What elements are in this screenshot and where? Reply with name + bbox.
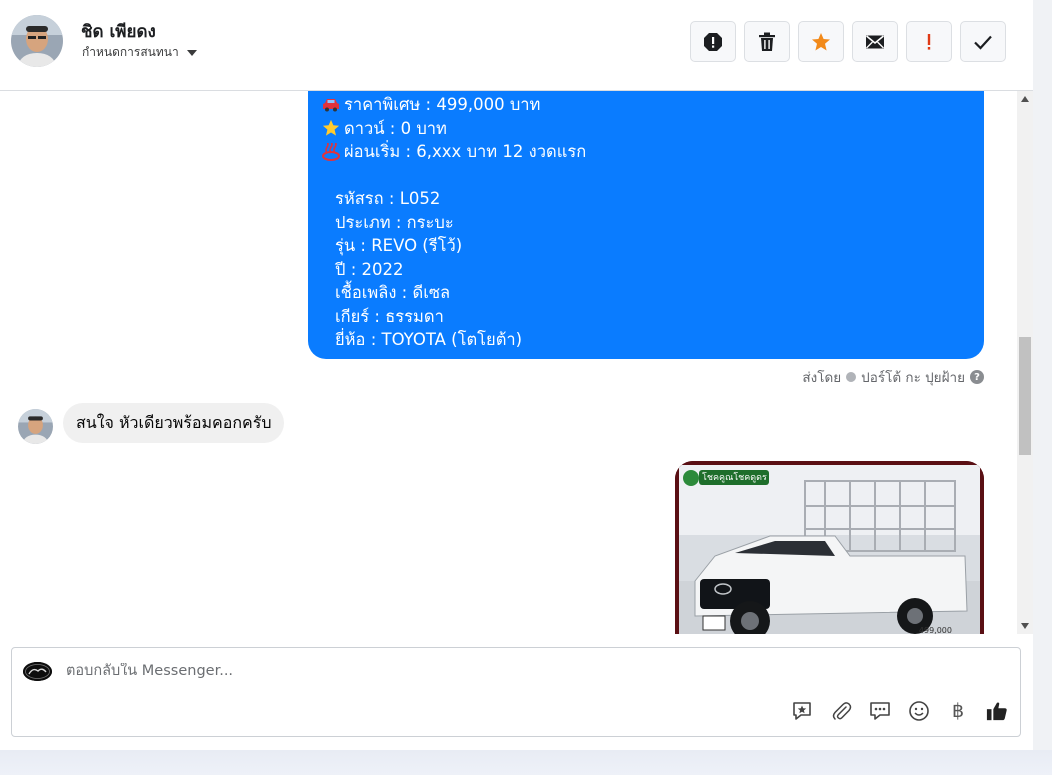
right-edge [1033,0,1052,775]
saved-reply-icon [793,702,811,720]
done-button[interactable] [960,21,1006,62]
detail-line: เกียร์ : ธรรมดา [335,306,444,326]
customer-avatar[interactable] [18,409,53,444]
delete-button[interactable] [744,21,790,62]
message-list: ราคาพิเศษ : 499,000 บาท ดาวน์ : 0 บาท ผ่… [0,91,1017,634]
star-emoji-icon [322,119,344,137]
emoji-icon [909,701,929,721]
scroll-thumb[interactable] [1019,337,1031,455]
outgoing-message-bubble[interactable]: ราคาพิเศษ : 499,000 บาท ดาวน์ : 0 บาท ผ่… [308,91,984,359]
attachment-button[interactable] [830,700,852,722]
detail-line: ปี : 2022 [335,259,404,279]
reply-composer: ฿ [11,647,1021,737]
star-icon [812,32,830,50]
hot-springs-icon [322,142,344,161]
report-icon [704,32,722,51]
message-scrollbar[interactable] [1017,91,1033,634]
emoji-button[interactable] [908,700,930,722]
message-template-button[interactable] [869,700,891,722]
down-payment-line: ดาวน์ : 0 บาท [322,117,586,141]
page-logo-icon [23,662,52,681]
trash-icon [759,32,775,51]
car-icon [322,97,344,113]
incoming-message-bubble[interactable]: สนใจ หัวเดียวพร้อมคอกครับ [63,403,285,443]
car-photo-attachment[interactable]: โชคคูณโชคดูดร 499,000 [675,461,984,634]
like-icon [986,702,1007,721]
sender-name[interactable]: ปอร์โต้ กะ ปุยฝ้าย [861,366,965,388]
caret-down-icon [186,49,197,56]
installment-line: ผ่อนเริ่ม : 6,xxx บาท 12 งวดแรก [322,140,586,164]
detail-line: ประเภท : กระบะ [335,212,454,232]
assign-conversation-dropdown[interactable]: กำหนดการสนทนา [82,43,197,62]
like-button[interactable] [986,700,1008,722]
composer-tools: ฿ [791,700,1008,722]
detail-line: รหัสรถ : L052 [335,189,441,208]
bottom-edge [0,750,1052,775]
reply-input[interactable] [66,663,766,679]
sent-by-label: ส่งโดย ปอร์โต้ กะ ปุยฝ้าย ? [802,366,984,388]
help-icon[interactable]: ? [970,370,984,384]
saved-reply-button[interactable] [791,700,813,722]
message-icon [870,702,890,720]
mark-unread-button[interactable] [852,21,898,62]
scroll-down-arrow-icon[interactable] [1021,623,1029,629]
check-icon [974,35,992,50]
important-button[interactable] [906,21,952,62]
detail-line: รุ่น : REVO (รีโว้) [335,236,463,255]
payment-button[interactable]: ฿ [947,700,969,722]
baht-icon: ฿ [951,700,965,722]
contact-avatar[interactable] [11,15,63,67]
photo-badge-text: โชคคูณโชคดูดร [702,473,767,483]
contact-name[interactable]: ชิด เพียดง [81,18,156,45]
assign-label: กำหนดการสนทนา [82,45,179,59]
mail-icon [865,34,885,48]
star-button[interactable] [798,21,844,62]
photo-price-text: 499,000 [918,626,952,634]
header-actions [690,21,1006,62]
conversation-header: ชิด เพียดง กำหนดการสนทนา [0,0,1033,91]
important-icon [927,33,931,50]
detail-line: ยี่ห้อ : TOYOTA (โตโยต้า) [335,330,523,349]
report-button[interactable] [690,21,736,62]
scroll-up-arrow-icon[interactable] [1021,96,1029,102]
attachment-icon [832,702,852,720]
sender-avatar-icon [846,372,857,382]
price-line: ราคาพิเศษ : 499,000 บาท [322,93,586,117]
detail-line: เชื้อเพลิง : ดีเซล [335,283,451,302]
